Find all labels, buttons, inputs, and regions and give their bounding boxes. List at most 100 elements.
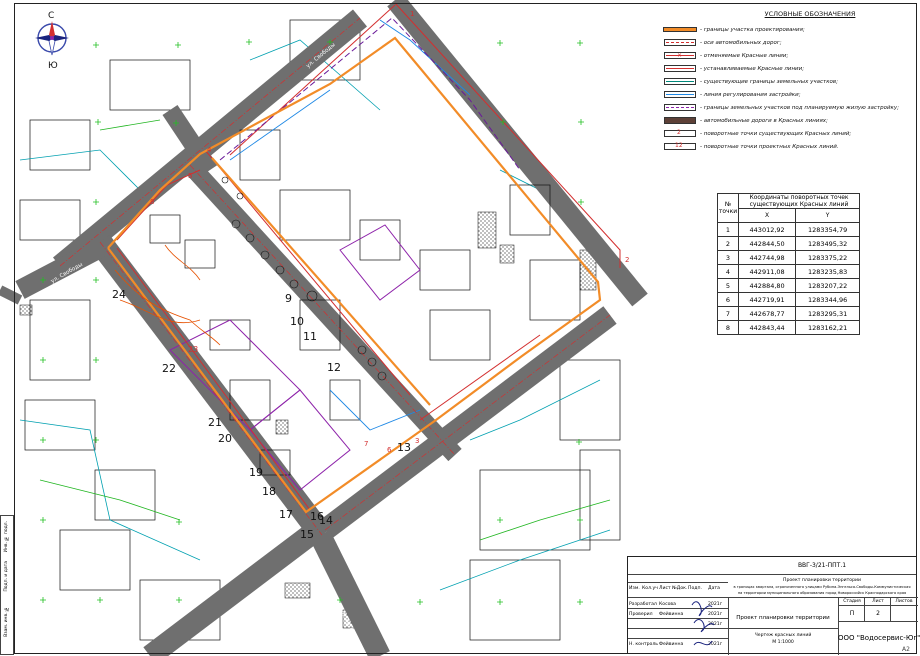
legend-title: УСЛОВНЫЕ ОБОЗНАЧЕНИЯ <box>764 10 856 18</box>
point-label: 18 <box>262 485 276 498</box>
legend-item: - автомобильные дороги в Красных линиях; <box>664 114 916 127</box>
point-label: 4 <box>207 146 212 154</box>
point-label: 24 <box>112 288 126 301</box>
legend-swatch-cancelled-red-line: × <box>664 52 696 59</box>
listov-label: Листов <box>895 599 913 604</box>
header-kuch: Кол.уч <box>642 586 658 591</box>
legend-item: - границы участка проектирования; <box>663 23 916 36</box>
point-label: 13 <box>397 441 411 454</box>
point-label: 8 <box>150 198 154 206</box>
stadia-label: Стадия <box>843 599 861 604</box>
hatched-areas <box>19 211 597 629</box>
legend-swatch-set-red-line <box>664 65 696 72</box>
point-label: 19 <box>249 466 263 479</box>
legend-item: × - отменяемые Красные линии; <box>664 49 916 62</box>
point-label: 9 <box>285 292 292 305</box>
person-name: Фейвинна <box>659 612 684 617</box>
point-label: 20 <box>218 432 232 445</box>
legend-item: - границы земельных участков под планиру… <box>664 101 916 114</box>
table-row: 2 442844,50 1283495,32 <box>717 236 860 251</box>
header-data: Дата <box>708 586 720 591</box>
legend-item: - линия регулирования застройки; <box>664 88 916 101</box>
legend: УСЛОВНЫЕ ОБОЗНАЧЕНИЯ - границы участка п… <box>663 10 916 153</box>
strip-text: Взам. инв. № <box>4 606 9 637</box>
point-label: 1 <box>410 10 414 18</box>
legend-swatch-boundary <box>663 26 697 33</box>
legend-swatch-regulation-line <box>664 91 696 98</box>
table-row: 7 442678,77 1283295,31 <box>717 306 860 321</box>
project-desc: в границах квартала, ограниченного улица… <box>733 585 911 589</box>
project-title: Проект планировки территории <box>782 578 861 583</box>
doc-code: ВВГ-3/21-ППТ.1 <box>797 562 847 569</box>
col-point-header: № точки <box>717 193 739 223</box>
col-x-header: X <box>737 208 797 223</box>
compass-south: Ю <box>48 61 58 71</box>
point-label: 12 <box>327 361 341 374</box>
point-label: 22 <box>162 362 176 375</box>
legend-item: - существующие границы земельных участко… <box>664 75 916 88</box>
section-title: Проект планировки территории <box>736 615 830 621</box>
header-izm: Изм. <box>629 586 640 591</box>
purple-parcels <box>169 224 421 491</box>
stadia-value: П <box>849 610 855 617</box>
header-list: Лист <box>659 586 671 591</box>
role: Проверил <box>629 612 653 617</box>
strip-text: Инв. № подл. <box>4 521 9 553</box>
point-labels: 1 2 3 4 5 6 7 8 9 10 11 12 13 14 15 16 1… <box>112 10 629 541</box>
table-row: 3 442744,98 1283375,22 <box>717 250 860 265</box>
project-boundary <box>107 36 602 514</box>
table-row: 5 442884,80 1283207,22 <box>717 278 860 293</box>
person-name: Фейвинна <box>659 642 684 647</box>
project-desc: на территории муниципального образования… <box>737 591 907 595</box>
table-row: 6 442719,91 1283344,96 <box>717 292 860 307</box>
point-label: 15 <box>300 528 314 541</box>
point-label: 11 <box>303 330 317 343</box>
title-block: ВВГ-3/21-ППТ.1 Проект планировки террито… <box>627 556 920 655</box>
legend-item: 2 - поворотные точки существующих Красны… <box>664 127 916 140</box>
point-label: 3 <box>415 437 419 445</box>
red-lines <box>116 2 621 511</box>
signature <box>691 601 715 646</box>
col-y-header: Y <box>795 208 860 223</box>
table-row: 8 442843,44 1283162,21 <box>717 320 860 335</box>
legend-item: 12 - поворотные точки проектных Красных … <box>664 140 916 153</box>
point-label: 10 <box>290 315 304 328</box>
green-lines <box>39 119 611 541</box>
drawing-name: Чертеж красных линий <box>754 633 812 638</box>
table-row: 1 443012,92 1283354,79 <box>717 222 860 237</box>
col-title-header: Координаты поворотных точек существующих… <box>738 193 860 209</box>
point-label: 2 <box>625 256 629 264</box>
point-label: 17 <box>279 508 293 521</box>
coordinates-table: № точки Координаты поворотных точек суще… <box>717 193 860 335</box>
sheet-format: А2 <box>902 646 910 653</box>
point-label: 21 <box>208 416 222 429</box>
legend-swatch-project-points: 12 <box>664 142 696 150</box>
legend-item: - устанавливаемые Красные линии; <box>664 62 916 75</box>
compass-north: С <box>48 11 54 21</box>
drawing-scale: М 1:1000 <box>772 640 794 645</box>
list-label: Лист <box>872 599 884 604</box>
legend-item: - оси автомобильных дорог; <box>664 36 916 49</box>
role: Разработал <box>629 602 657 607</box>
company-name: ООО "Водосервис-Юг" <box>838 634 920 642</box>
point-label: 6 <box>387 446 392 454</box>
sheet-value: 2 <box>876 610 880 617</box>
point-label: 5 <box>188 172 192 180</box>
red-dashed-axes <box>59 17 611 536</box>
header-ndok: №Док. <box>672 586 688 591</box>
legend-swatch-axis <box>664 39 696 46</box>
role: Н. контроль <box>629 642 659 647</box>
legend-swatch-planned-parcels <box>664 104 696 111</box>
point-label: 23 <box>188 345 198 354</box>
person-name: Косова <box>659 602 676 607</box>
legend-swatch-roads <box>664 117 696 124</box>
table-row: 4 442911,08 1283235,83 <box>717 264 860 279</box>
legend-swatch-existing-points: 2 <box>664 129 696 137</box>
roads <box>0 0 648 656</box>
point-label: 16 <box>310 510 324 523</box>
strip-text: Подп. и дата <box>4 561 9 592</box>
legend-swatch-parcels <box>664 78 696 85</box>
compass-rose <box>35 21 69 56</box>
point-label: 7 <box>364 440 368 448</box>
left-strip: Взам. инв. № Подп. и дата Инв. № подл. <box>0 515 14 655</box>
